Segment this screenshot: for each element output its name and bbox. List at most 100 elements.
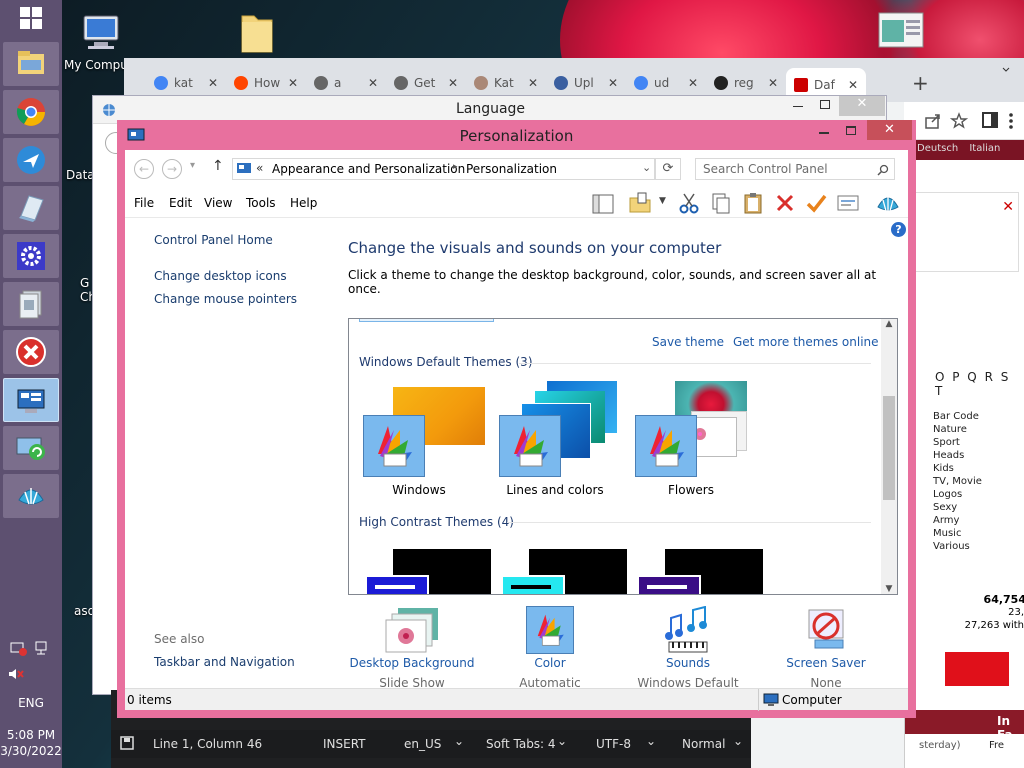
save-icon[interactable]	[120, 736, 134, 750]
tab-close-icon[interactable]: ✕	[768, 76, 778, 90]
up-arrow-icon[interactable]: ↑	[212, 158, 224, 174]
tab-close-icon[interactable]: ✕	[368, 76, 378, 90]
screen-saver-setting[interactable]: Screen Saver None	[761, 606, 891, 690]
address-dropdown-icon[interactable]: ⌄	[642, 161, 651, 174]
chrome-tab[interactable]: Kat ✕	[466, 70, 546, 96]
category-link[interactable]: Sexy	[933, 501, 982, 514]
taskbar-app[interactable]	[3, 138, 59, 182]
theme-flowers[interactable]: Flowers	[631, 377, 757, 497]
back-button[interactable]: ←	[134, 159, 154, 179]
category-link[interactable]: Bar Code	[933, 410, 982, 423]
category-link[interactable]: Music	[933, 527, 982, 540]
taskbar-settings[interactable]	[3, 234, 59, 278]
category-link[interactable]: Heads	[933, 449, 982, 462]
category-link[interactable]: Sport	[933, 436, 982, 449]
window-thumbnail-icon[interactable]	[878, 12, 924, 48]
star-icon[interactable]	[950, 112, 968, 130]
properties-icon[interactable]	[837, 194, 859, 212]
close-button[interactable]: ✕	[867, 120, 912, 140]
breadcrumb-prefix[interactable]: «	[256, 161, 263, 175]
menu-file[interactable]: File	[134, 196, 154, 210]
checkmark-icon[interactable]	[805, 192, 827, 214]
maximize-button[interactable]	[846, 126, 856, 135]
theme-windows[interactable]: Windows	[359, 377, 485, 497]
clock-date[interactable]: 3/30/2022	[0, 744, 62, 758]
category-link[interactable]: Nature	[933, 423, 982, 436]
scrollbar-thumb[interactable]	[883, 396, 895, 500]
chrome-tab[interactable]: How ✕	[226, 70, 306, 96]
scroll-down-icon[interactable]: ▼	[881, 584, 897, 594]
sounds-setting[interactable]: Sounds Windows Default	[623, 606, 753, 690]
change-mouse-pointers-link[interactable]: Change mouse pointers	[154, 292, 297, 306]
encoding-selector[interactable]: UTF-8	[596, 737, 631, 751]
taskbar-chrome[interactable]	[3, 90, 59, 134]
chrome-tab[interactable]: ud ✕	[626, 70, 706, 96]
locale-selector[interactable]: en_US	[404, 737, 441, 751]
category-link[interactable]: TV, Movie	[933, 475, 982, 488]
view-mode-selector[interactable]: Normal	[682, 737, 725, 751]
color-setting[interactable]: Color Automatic	[485, 606, 615, 690]
language-indicator[interactable]: ENG	[0, 696, 62, 710]
more-menu-icon[interactable]	[1008, 112, 1014, 130]
network-icon[interactable]	[34, 640, 52, 656]
menu-edit[interactable]: Edit	[169, 196, 192, 210]
chrome-tab[interactable]: reg ✕	[706, 70, 786, 96]
cursor-position[interactable]: Line 1, Column 46	[153, 737, 262, 751]
chevron-down-icon[interactable]: ⌄	[733, 734, 743, 748]
copy-icon[interactable]	[710, 192, 732, 214]
tab-close-icon[interactable]: ✕	[848, 78, 858, 92]
tab-close-icon[interactable]: ✕	[208, 76, 218, 90]
folder-options-icon[interactable]	[628, 192, 654, 214]
folder-icon[interactable]	[240, 8, 274, 54]
close-button[interactable]: ✕	[839, 96, 885, 116]
tab-close-icon[interactable]: ✕	[688, 76, 698, 90]
change-desktop-icons-link[interactable]: Change desktop icons	[154, 269, 287, 283]
theme-lines-and-colors[interactable]: Lines and colors	[495, 377, 621, 497]
forward-button[interactable]: →	[162, 159, 182, 179]
get-more-themes-link[interactable]: Get more themes online	[733, 335, 879, 349]
search-box[interactable]: Search Control Panel	[695, 158, 895, 180]
taskbar-file-explorer[interactable]	[3, 42, 59, 86]
theme-high-contrast-3[interactable]	[635, 547, 765, 594]
search-icon[interactable]	[877, 164, 889, 176]
delete-icon[interactable]	[775, 193, 795, 213]
share-icon[interactable]	[924, 112, 942, 130]
desktop-icon-my-computer[interactable]: My Compu	[64, 10, 128, 72]
chrome-tab[interactable]: a ✕	[306, 70, 386, 96]
network-disconnected-icon[interactable]	[10, 640, 28, 656]
tab-close-icon[interactable]: ✕	[448, 76, 458, 90]
menu-help[interactable]: Help	[290, 196, 317, 210]
chevron-down-icon[interactable]	[1000, 62, 1012, 76]
new-tab-button[interactable]: +	[904, 70, 934, 96]
breadcrumb-personalization[interactable]: Personalization	[466, 162, 557, 176]
taskbar-files[interactable]	[3, 282, 59, 326]
tab-close-icon[interactable]: ✕	[528, 76, 538, 90]
volume-muted-icon[interactable]	[0, 666, 62, 682]
popup-close-icon[interactable]: ✕	[1002, 199, 1014, 215]
desktop-icon-data[interactable]: Data	[66, 140, 95, 182]
category-link[interactable]: Kids	[933, 462, 982, 475]
selected-theme-edge[interactable]	[359, 319, 494, 322]
chrome-tab[interactable]: kat ✕	[146, 70, 226, 96]
chevron-down-icon[interactable]: ⌄	[454, 734, 464, 748]
desktop-background-setting[interactable]: Desktop Background Slide Show	[347, 606, 477, 690]
chevron-down-icon[interactable]: ▼	[659, 196, 666, 206]
minimize-button[interactable]	[793, 106, 803, 107]
scroll-up-icon[interactable]: ▲	[881, 319, 897, 333]
chevron-down-icon[interactable]: ⌄	[557, 734, 567, 748]
chrome-tab[interactable]: Upl ✕	[546, 70, 626, 96]
theme-high-contrast-1[interactable]	[363, 547, 493, 594]
soft-tabs-selector[interactable]: Soft Tabs: 4	[486, 737, 556, 751]
address-bar[interactable]: « Appearance and Personalization ▸ Perso…	[232, 158, 655, 180]
refresh-button[interactable]: ⟳	[655, 158, 681, 180]
high-contrast-themes-header[interactable]: High Contrast Themes (4)	[359, 515, 514, 529]
side-panel-icon[interactable]	[982, 112, 998, 128]
taskbar-shell[interactable]	[3, 474, 59, 518]
paste-icon[interactable]	[742, 192, 764, 214]
control-panel-home-link[interactable]: Control Panel Home	[154, 233, 273, 247]
recent-locations-chevron-icon[interactable]: ▾	[190, 160, 195, 171]
category-link[interactable]: Army	[933, 514, 982, 527]
maximize-button[interactable]	[820, 100, 830, 109]
chrome-tab[interactable]: Get ✕	[386, 70, 466, 96]
red-button[interactable]	[945, 652, 1009, 686]
